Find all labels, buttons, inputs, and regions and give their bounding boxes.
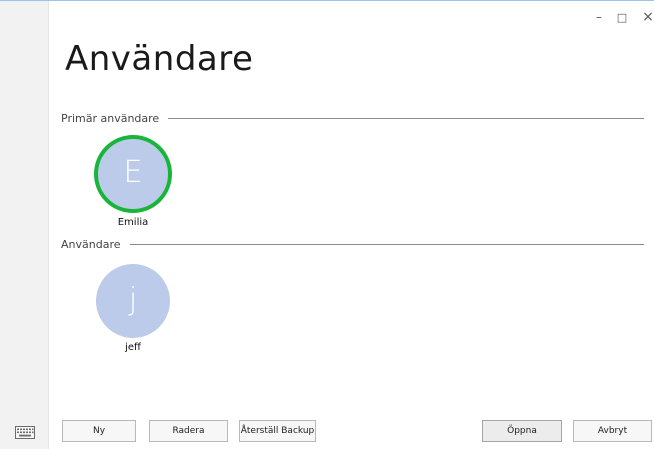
keyboard-icon[interactable] (15, 424, 35, 439)
avatar-initial: E (123, 155, 143, 190)
users-section-divider (130, 244, 644, 245)
avatar: j (96, 264, 170, 338)
user-tile-emilia[interactable]: E Emilia (88, 135, 178, 228)
new-button[interactable]: Ny (62, 420, 136, 442)
cancel-button[interactable]: Avbryt (573, 420, 652, 442)
user-name: Emilia (117, 217, 149, 228)
primary-section-label: Primär användare (61, 112, 160, 125)
users-window: – □ × Användare Primär användare E Emili… (0, 0, 654, 449)
maximize-icon: □ (616, 10, 628, 24)
delete-button[interactable]: Radera (149, 420, 228, 442)
minimize-button[interactable]: – (590, 9, 608, 25)
sidebar (0, 1, 49, 449)
avatar-initial: j (128, 282, 138, 317)
minimize-icon: – (596, 10, 602, 24)
avatar: E (94, 135, 172, 213)
close-button[interactable]: × (639, 9, 654, 25)
close-icon: × (642, 9, 654, 25)
maximize-button[interactable]: □ (613, 9, 631, 25)
restore-backup-button[interactable]: Återställ Backup (239, 420, 316, 442)
user-tile-jeff[interactable]: j jeff (88, 264, 178, 353)
users-section-label: Användare (61, 238, 121, 251)
page-title: Användare (65, 39, 254, 79)
user-name: jeff (125, 342, 141, 353)
primary-section-divider (168, 118, 644, 119)
open-button[interactable]: Öppna (482, 420, 562, 442)
